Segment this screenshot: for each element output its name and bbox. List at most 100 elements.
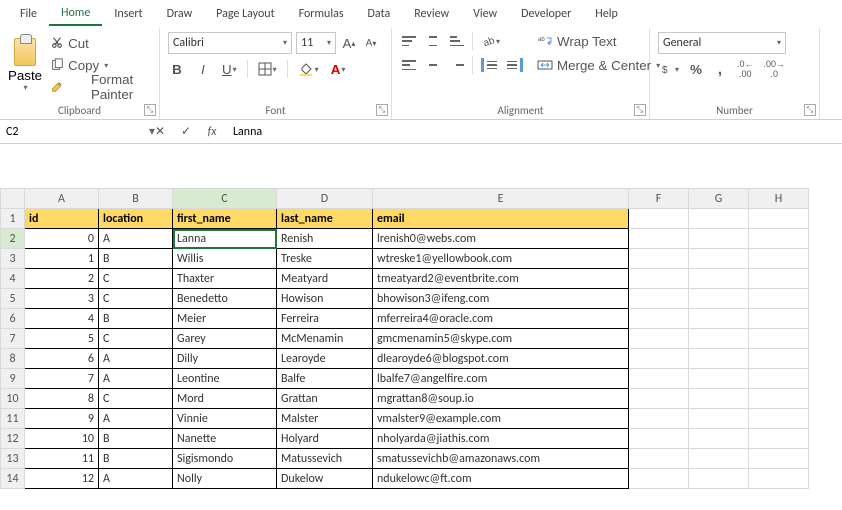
cell[interactable]: [689, 369, 749, 389]
cell[interactable]: C: [99, 329, 173, 349]
cell[interactable]: gmcmenamin5@skype.com: [373, 329, 629, 349]
col-header-F[interactable]: F: [629, 189, 689, 209]
cell[interactable]: Balfe: [277, 369, 373, 389]
row-header[interactable]: 10: [1, 389, 25, 409]
cell[interactable]: B: [99, 449, 173, 469]
decrease-indent-button[interactable]: [479, 56, 499, 74]
cell[interactable]: Meier: [173, 309, 277, 329]
cell[interactable]: [689, 449, 749, 469]
cell[interactable]: 0: [25, 229, 99, 249]
cell[interactable]: [689, 469, 749, 489]
borders-button[interactable]: ▾: [256, 60, 279, 78]
align-top-button[interactable]: [400, 32, 418, 50]
cell[interactable]: [629, 449, 689, 469]
cell[interactable]: Thaxter: [173, 269, 277, 289]
cell[interactable]: vmalster9@example.com: [373, 409, 629, 429]
cut-button[interactable]: Cut: [48, 34, 148, 52]
row-header[interactable]: 12: [1, 429, 25, 449]
row-header[interactable]: 9: [1, 369, 25, 389]
row-header[interactable]: 7: [1, 329, 25, 349]
cell[interactable]: 4: [25, 309, 99, 329]
tab-draw[interactable]: Draw: [155, 3, 205, 25]
cell[interactable]: 6: [25, 349, 99, 369]
cell[interactable]: C: [99, 389, 173, 409]
row-header[interactable]: 8: [1, 349, 25, 369]
decrease-decimal-button[interactable]: .00→.0: [762, 60, 788, 78]
cancel-icon[interactable]: ✕: [151, 123, 169, 141]
cell[interactable]: Learoyde: [277, 349, 373, 369]
cell[interactable]: mferreira4@oracle.com: [373, 309, 629, 329]
cell[interactable]: 3: [25, 289, 99, 309]
cell[interactable]: Leontine: [173, 369, 277, 389]
cell[interactable]: [689, 329, 749, 349]
format-painter-button[interactable]: Format Painter: [48, 78, 158, 96]
tab-review[interactable]: Review: [402, 3, 461, 25]
cell[interactable]: Lanna: [173, 229, 277, 249]
cell[interactable]: Malster: [277, 409, 373, 429]
cell[interactable]: Dilly: [173, 349, 277, 369]
cell[interactable]: [629, 409, 689, 429]
cell[interactable]: [749, 349, 809, 369]
cell[interactable]: [689, 249, 749, 269]
cell[interactable]: 5: [25, 329, 99, 349]
cell[interactable]: [749, 449, 809, 469]
cell[interactable]: [749, 369, 809, 389]
cell[interactable]: 9: [25, 409, 99, 429]
increase-indent-button[interactable]: [505, 56, 525, 74]
decrease-font-button[interactable]: A▾: [362, 34, 380, 52]
tab-data[interactable]: Data: [356, 3, 403, 25]
cell[interactable]: Benedetto: [173, 289, 277, 309]
cell[interactable]: Grattan: [277, 389, 373, 409]
cell[interactable]: [749, 389, 809, 409]
cell[interactable]: 10: [25, 429, 99, 449]
tab-developer[interactable]: Developer: [509, 3, 583, 25]
cell[interactable]: [689, 269, 749, 289]
cell[interactable]: Dukelow: [277, 469, 373, 489]
cell[interactable]: [629, 289, 689, 309]
formula-input[interactable]: [227, 121, 842, 143]
cell[interactable]: [749, 289, 809, 309]
row-header[interactable]: 11: [1, 409, 25, 429]
comma-button[interactable]: ,: [711, 60, 729, 78]
cell[interactable]: id: [25, 209, 99, 229]
cell[interactable]: [689, 289, 749, 309]
cell[interactable]: wtreske1@yellowbook.com: [373, 249, 629, 269]
cell[interactable]: last_name: [277, 209, 373, 229]
cell[interactable]: [749, 229, 809, 249]
cell[interactable]: smatussevichb@amazonaws.com: [373, 449, 629, 469]
dialog-launcher-icon[interactable]: ⤡: [376, 104, 388, 116]
align-left-button[interactable]: [400, 56, 418, 74]
cell[interactable]: [629, 309, 689, 329]
increase-decimal-button[interactable]: .0←.00: [735, 60, 756, 78]
cell[interactable]: [629, 229, 689, 249]
dialog-launcher-icon[interactable]: ⤡: [144, 104, 156, 116]
cell[interactable]: [749, 209, 809, 229]
row-header[interactable]: 4: [1, 269, 25, 289]
cell[interactable]: location: [99, 209, 173, 229]
wrap-text-button[interactable]: ab Wrap Text: [535, 32, 665, 50]
cell[interactable]: Meatyard: [277, 269, 373, 289]
cell[interactable]: 2: [25, 269, 99, 289]
dialog-launcher-icon[interactable]: ⤡: [634, 104, 646, 116]
cell[interactable]: Mord: [173, 389, 277, 409]
cell[interactable]: 11: [25, 449, 99, 469]
dialog-launcher-icon[interactable]: ⤡: [804, 104, 816, 116]
col-header-D[interactable]: D: [277, 189, 373, 209]
select-all-corner[interactable]: [1, 189, 25, 209]
increase-font-button[interactable]: A▴: [340, 34, 358, 52]
col-header-B[interactable]: B: [99, 189, 173, 209]
cell[interactable]: Treske: [277, 249, 373, 269]
bold-button[interactable]: B: [168, 60, 186, 78]
cell[interactable]: [629, 349, 689, 369]
row-header[interactable]: 13: [1, 449, 25, 469]
font-color-button[interactable]: A▾: [329, 60, 348, 78]
cell[interactable]: B: [99, 249, 173, 269]
percent-button[interactable]: %: [687, 60, 705, 78]
cell[interactable]: Matussevich: [277, 449, 373, 469]
cell[interactable]: 1: [25, 249, 99, 269]
col-header-G[interactable]: G: [689, 189, 749, 209]
font-size-select[interactable]: 11▾: [296, 32, 336, 54]
cell[interactable]: Nanette: [173, 429, 277, 449]
fill-color-button[interactable]: ▾: [296, 60, 321, 78]
name-box-input[interactable]: [0, 121, 149, 143]
